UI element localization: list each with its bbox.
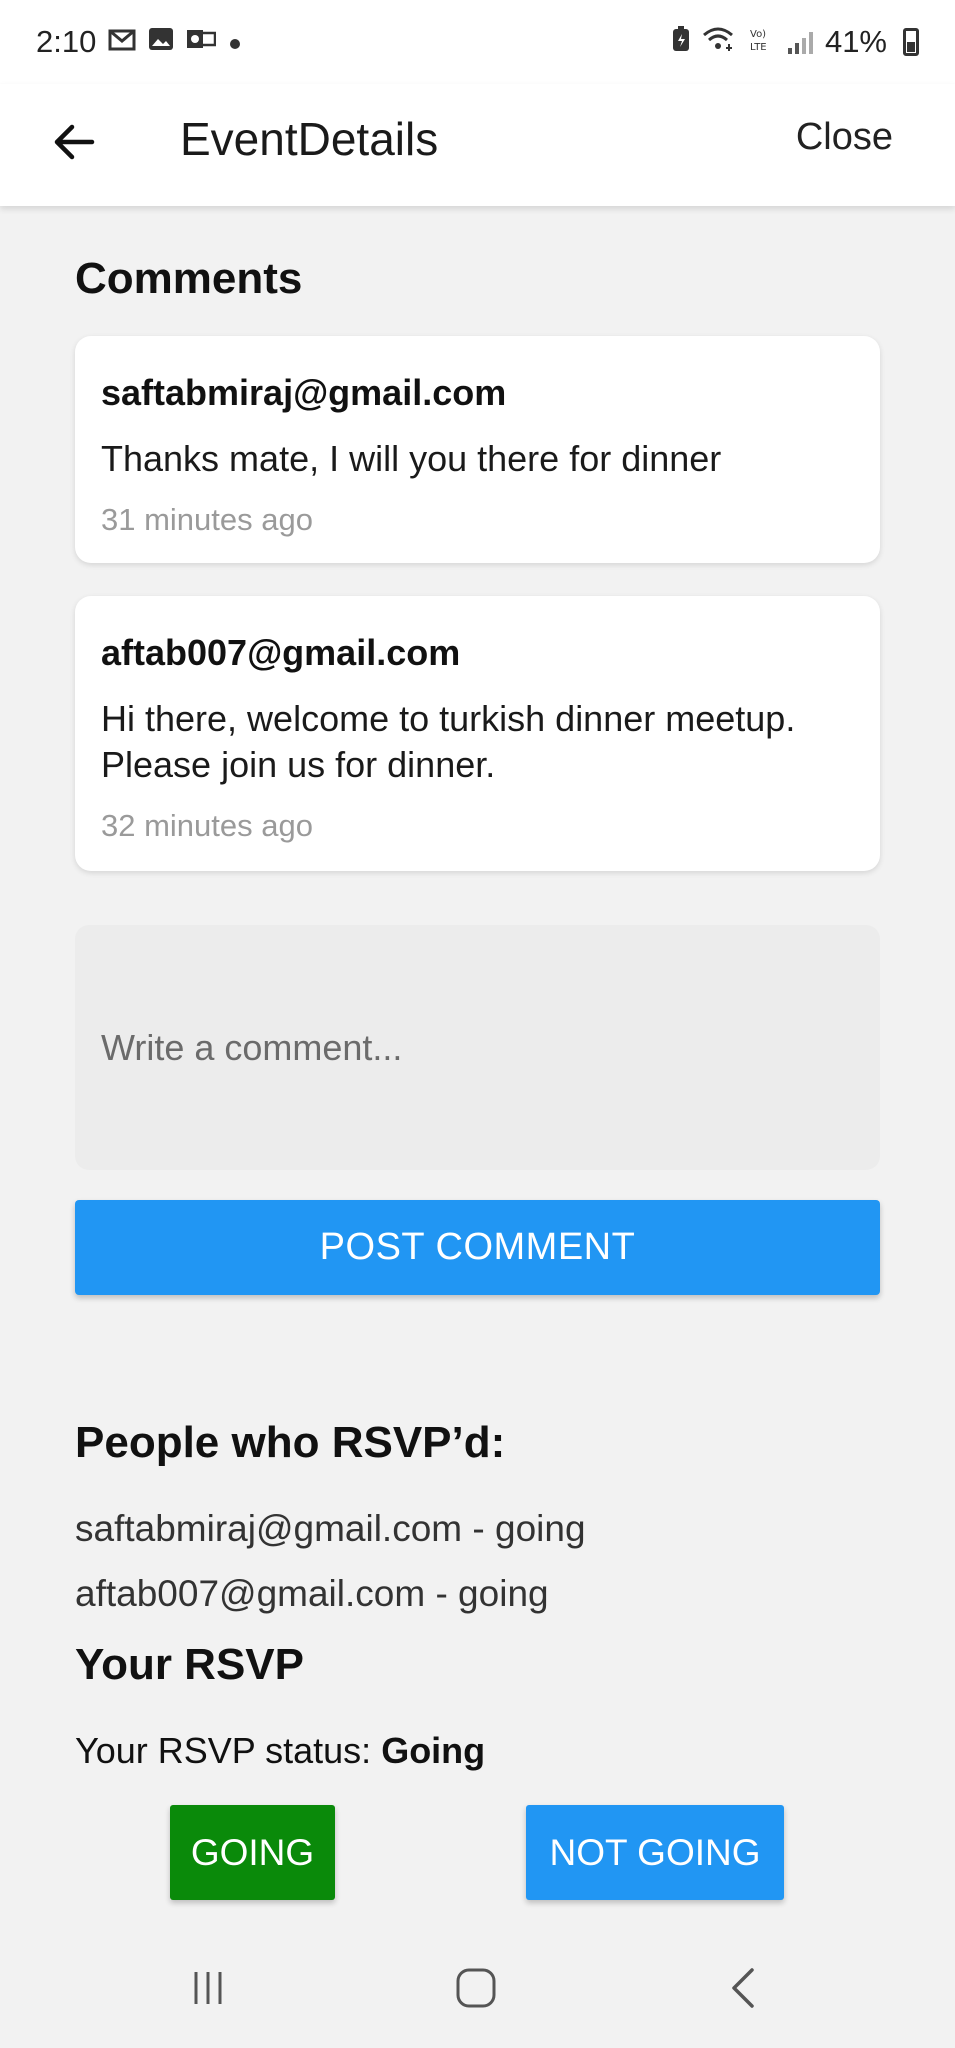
your-rsvp-heading: Your RSVP <box>75 1640 305 1689</box>
rsvp-status-label: Your RSVP status: <box>75 1730 382 1771</box>
arrow-left-icon <box>52 122 96 167</box>
outlook-icon <box>186 27 217 58</box>
not-going-button[interactable]: NOT GOING <box>526 1805 784 1900</box>
comment-card: saftabmiraj@gmail.com Thanks mate, I wil… <box>75 336 880 563</box>
home-icon <box>455 1967 497 2014</box>
svg-text:Vo): Vo) <box>750 29 766 40</box>
comment-author: aftab007@gmail.com <box>101 632 461 673</box>
chevron-left-icon <box>728 1967 758 2014</box>
home-button[interactable] <box>436 1950 516 2030</box>
recent-apps-button[interactable] <box>168 1950 248 2030</box>
battery-percent: 41% <box>824 24 887 59</box>
back-button[interactable] <box>44 114 104 174</box>
signal-icon <box>787 30 813 54</box>
gallery-icon <box>148 27 174 58</box>
status-time: 2:10 <box>36 24 97 59</box>
rsvp-status-value: Going <box>381 1730 486 1771</box>
comment-card: aftab007@gmail.com Hi there, welcome to … <box>75 596 880 871</box>
post-comment-button[interactable]: POST COMMENT <box>75 1200 880 1295</box>
comment-time: 31 minutes ago <box>101 502 313 537</box>
comment-text: Hi there, welcome to turkish dinner meet… <box>101 698 796 785</box>
back-nav-button[interactable] <box>703 1950 783 2030</box>
comment-author: saftabmiraj@gmail.com <box>101 372 507 413</box>
rsvp-status: Your RSVP status: Going <box>75 1730 485 1772</box>
comments-heading: Comments <box>75 254 303 303</box>
rsvp-entry: saftabmiraj@gmail.com - going <box>75 1508 586 1549</box>
wifi-icon <box>702 26 736 59</box>
rsvp-entry: aftab007@gmail.com - going <box>75 1573 549 1614</box>
going-button[interactable]: GOING <box>170 1805 335 1900</box>
status-left: 2:10 <box>36 24 242 60</box>
svg-text:LTE: LTE <box>750 42 767 52</box>
battery-icon <box>903 28 919 56</box>
close-button[interactable]: Close <box>796 116 893 159</box>
status-bar: 2:10 Vo) LTE 41% <box>0 0 955 84</box>
volte-icon: Vo) LTE <box>748 26 776 59</box>
battery-saver-icon <box>672 25 690 59</box>
comment-input[interactable] <box>75 925 880 1170</box>
status-right: Vo) LTE 41% <box>672 24 919 60</box>
dot-icon <box>228 27 242 58</box>
gmail-icon <box>108 27 136 58</box>
comment-time: 32 minutes ago <box>101 808 313 843</box>
rsvp-list-heading: People who RSVP’d: <box>75 1418 506 1467</box>
page-title: EventDetails <box>180 113 439 165</box>
comment-text: Thanks mate, I will you there for dinner <box>101 438 722 479</box>
app-bar: EventDetails Close <box>0 84 955 206</box>
recent-apps-icon <box>188 1969 228 2012</box>
system-nav-bar <box>0 1930 955 2048</box>
